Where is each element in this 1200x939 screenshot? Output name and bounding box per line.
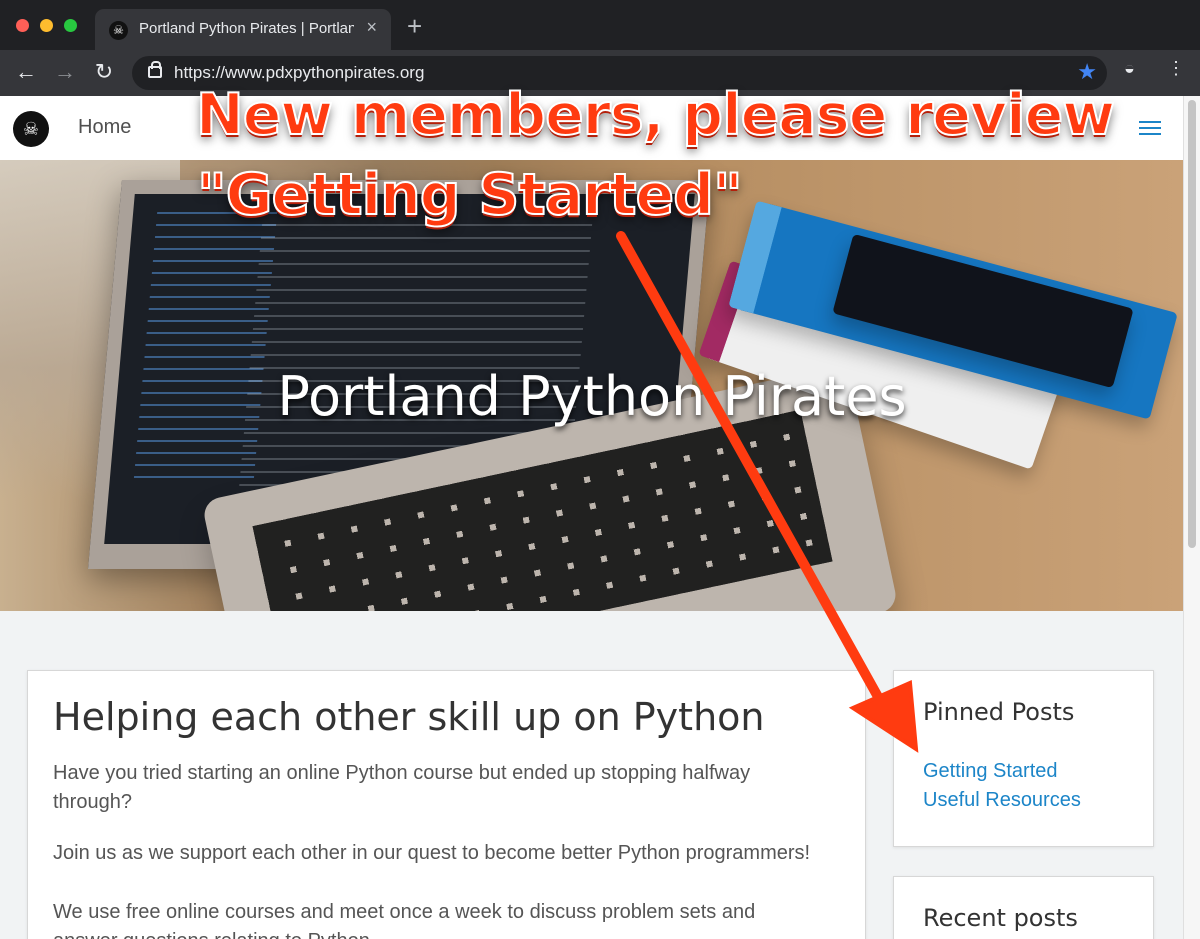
annotation-line-2: "Getting Started" [196, 162, 744, 228]
annotation-line-1: New members, please review [195, 82, 1116, 148]
